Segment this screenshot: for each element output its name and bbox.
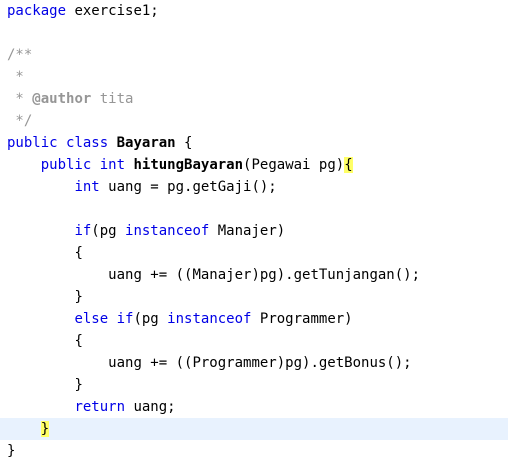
doc-comment-star: * — [7, 69, 24, 85]
method-name: hitungBayaran — [133, 157, 244, 173]
class-name: Bayaran — [116, 135, 176, 151]
code-line-9[interactable]: int uang = pg.getGaji(); — [0, 176, 508, 198]
class-open-brace: { — [175, 135, 193, 151]
code-line-12[interactable]: { — [0, 242, 508, 264]
close-brace: } — [74, 289, 83, 305]
keyword-int: int — [74, 179, 100, 195]
text-cursor — [49, 418, 57, 438]
keyword-int: int — [99, 157, 126, 173]
code-line-19[interactable]: return uang; — [0, 396, 508, 418]
code-line-4[interactable]: * — [0, 66, 508, 88]
package-name: exercise1; — [66, 3, 159, 19]
if-condition-open: (pg — [133, 311, 168, 327]
keyword-package: package — [7, 3, 67, 19]
open-brace: { — [74, 333, 83, 349]
code-line-13[interactable]: uang += ((Manajer)pg).getTunjangan(); — [0, 264, 508, 286]
class-close-brace: } — [7, 443, 16, 459]
keyword-instanceof: instanceof — [125, 223, 210, 239]
keyword-return: return — [74, 399, 126, 415]
code-line-21[interactable]: } — [0, 440, 508, 462]
doc-comment-close: */ — [7, 113, 33, 129]
code-line-18[interactable]: } — [0, 374, 508, 396]
keyword-else: else — [74, 311, 109, 327]
manajer-type: Manajer) — [209, 223, 286, 239]
code-line-8[interactable]: public int hitungBayaran(Pegawai pg){ — [0, 154, 508, 176]
matched-open-brace: { — [344, 157, 353, 173]
doc-author-name: tita — [91, 91, 134, 107]
keyword-if: if — [74, 223, 92, 239]
bonus-statement: uang += ((Programmer)pg).getBonus(); — [108, 355, 412, 371]
return-value: uang; — [125, 399, 176, 415]
doc-author-tag: @author — [32, 91, 92, 107]
code-line-6[interactable]: */ — [0, 110, 508, 132]
programmer-type: Programmer) — [251, 311, 353, 327]
code-editor[interactable]: package exercise1; /** * * @author tita … — [0, 0, 508, 463]
keyword-if: if — [116, 311, 134, 327]
code-line-16[interactable]: { — [0, 330, 508, 352]
code-line-3[interactable]: /** — [0, 44, 508, 66]
close-brace: } — [74, 377, 83, 393]
code-line-10[interactable] — [0, 198, 508, 220]
code-line-5[interactable]: * @author tita — [0, 88, 508, 110]
uang-declaration: uang = pg.getGaji(); — [99, 179, 277, 195]
code-line-2[interactable] — [0, 22, 508, 44]
code-line-1[interactable]: package exercise1; — [0, 0, 508, 22]
if-condition-open: (pg — [91, 223, 126, 239]
keyword-instanceof: instanceof — [167, 311, 252, 327]
open-brace: { — [74, 245, 83, 261]
code-line-17[interactable]: uang += ((Programmer)pg).getBonus(); — [0, 352, 508, 374]
doc-comment-prefix: * — [7, 91, 33, 107]
method-params: (Pegawai pg) — [243, 157, 345, 173]
tunjangan-statement: uang += ((Manajer)pg).getTunjangan(); — [108, 267, 421, 283]
keyword-public: public — [40, 157, 92, 173]
keyword-class: class — [66, 135, 109, 151]
code-line-14[interactable]: } — [0, 286, 508, 308]
code-line-11[interactable]: if(pg instanceof Manajer) — [0, 220, 508, 242]
code-line-7[interactable]: public class Bayaran { — [0, 132, 508, 154]
code-area[interactable]: package exercise1; /** * * @author tita … — [0, 0, 508, 462]
doc-comment-open: /** — [7, 47, 33, 63]
code-line-15[interactable]: else if(pg instanceof Programmer) — [0, 308, 508, 330]
keyword-public: public — [7, 135, 58, 151]
code-line-20-current[interactable]: } — [0, 418, 508, 440]
matched-close-brace: } — [40, 421, 50, 437]
